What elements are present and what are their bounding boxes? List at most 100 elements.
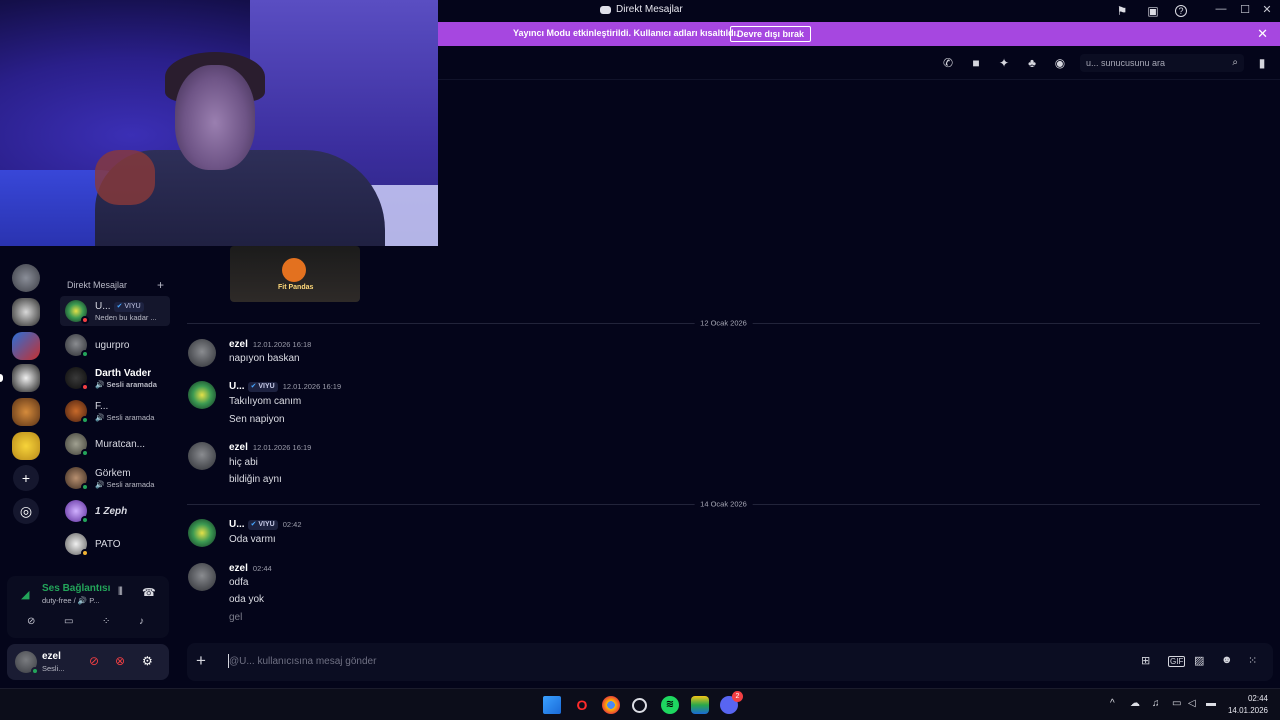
dm-name: U... ✔ VIYU	[95, 301, 144, 312]
inbox-icon[interactable]: ▣	[1145, 3, 1161, 19]
status-indicator	[81, 416, 89, 424]
dm-name: Muratcan...	[95, 439, 146, 450]
server-icon[interactable]	[12, 264, 40, 292]
status-indicator	[81, 516, 89, 524]
settings-gear-icon[interactable]: ⚙	[142, 654, 153, 668]
dm-name: PATO	[95, 539, 121, 550]
camera-off-icon[interactable]: ⊘	[27, 616, 35, 627]
pin-icon[interactable]: ✦	[997, 56, 1011, 70]
search-placeholder: u... sunucusunu ara	[1086, 58, 1166, 68]
status-indicator	[81, 316, 89, 324]
apps-icon[interactable]: ⁙	[1248, 654, 1257, 667]
bluestacks-icon[interactable]	[691, 696, 709, 714]
avatar[interactable]	[188, 339, 216, 367]
deafen-icon[interactable]: ⊗	[115, 654, 125, 668]
avatar[interactable]	[188, 563, 216, 591]
message-author[interactable]: U... ✔ VIYU 02:42	[229, 519, 302, 530]
avatar[interactable]	[188, 442, 216, 470]
dm-item[interactable]: U... ✔ VIYU Neden bu kadar ...	[60, 296, 170, 326]
message-author[interactable]: ezel 12.01.2026 16:18	[229, 339, 311, 350]
search-input[interactable]: u... sunucusunu ara ⌕	[1080, 54, 1244, 72]
bookmark-icon[interactable]: ▮	[1255, 56, 1269, 70]
server-rail: + ◎	[0, 246, 52, 576]
disable-streamer-mode-button[interactable]: Devre dışı bırak	[730, 26, 812, 42]
flag-icon[interactable]: ⚑	[1114, 3, 1130, 19]
dm-item[interactable]: PATO	[60, 529, 170, 559]
help-icon[interactable]: ?	[1175, 5, 1187, 17]
maximize-button[interactable]: ☐	[1237, 3, 1253, 16]
attach-plus-button[interactable]: +	[196, 651, 206, 671]
message-text: Sen napiyon	[229, 414, 285, 425]
server-icon[interactable]	[12, 364, 40, 392]
screen-share-icon[interactable]: ▭	[64, 616, 73, 627]
voice-channel[interactable]: duty-free / 🔊 P...	[42, 596, 100, 605]
browser-icon[interactable]	[632, 698, 647, 713]
system-clock[interactable]: 02:44 14.01.2026	[1228, 693, 1268, 717]
status-indicator	[81, 549, 89, 557]
soundboard-icon[interactable]: ♪	[139, 616, 144, 627]
message-author[interactable]: ezel 12.01.2026 16:19	[229, 442, 311, 453]
profile-icon[interactable]: ◉	[1053, 56, 1067, 70]
network-icon[interactable]: ▭	[1172, 698, 1181, 709]
opera-icon[interactable]: O	[573, 696, 591, 714]
dm-item[interactable]: F... 🔊 Sesli aramada	[60, 396, 170, 426]
server-icon[interactable]	[12, 398, 40, 426]
window-title: Direkt Mesajlar	[600, 4, 683, 15]
add-server-button[interactable]: +	[13, 465, 39, 491]
disconnect-icon[interactable]: ☎	[142, 586, 156, 599]
unread-indicator	[0, 374, 3, 382]
clock-time: 02:44	[1247, 694, 1268, 703]
dm-name: 1 Zeph	[95, 506, 128, 517]
voice-title[interactable]: Ses Bağlantısı	[42, 583, 110, 594]
image-attachment[interactable]: Fit Pandas	[230, 246, 360, 302]
avatar[interactable]	[188, 381, 216, 409]
microphone-icon[interactable]: ♫	[1152, 698, 1160, 709]
chrome-icon[interactable]	[602, 696, 620, 714]
panda-image	[282, 258, 306, 282]
discover-icon[interactable]: ◎	[13, 498, 39, 524]
banner-close-button[interactable]: ✕	[1257, 26, 1268, 42]
message-author[interactable]: U... ✔ VIYU 12.01.2026 16:19	[229, 381, 341, 392]
video-call-icon[interactable]: ■	[969, 56, 983, 70]
avatar[interactable]	[188, 519, 216, 547]
activities-icon[interactable]: ⁘	[102, 616, 110, 627]
dm-item[interactable]: ugurpro	[60, 330, 170, 360]
message-composer[interactable]: + @U... kullanıcısına mesaj gönder ⊞ GIF…	[187, 643, 1273, 681]
windows-start-icon[interactable]	[543, 696, 561, 714]
message-author[interactable]: ezel 02:44	[229, 563, 272, 574]
battery-icon[interactable]: ▬	[1206, 698, 1216, 709]
user-name[interactable]: ezel	[42, 651, 61, 662]
gift-icon[interactable]: ⊞	[1141, 654, 1150, 667]
date-divider: 14 Ocak 2026	[187, 499, 1260, 509]
dm-item[interactable]: Muratcan...	[60, 429, 170, 459]
cloud-icon[interactable]: ☁	[1130, 698, 1140, 709]
dm-item[interactable]: Görkem 🔊 Sesli aramada	[60, 463, 170, 493]
spotify-icon[interactable]: ≋	[661, 696, 679, 714]
discord-icon[interactable]: 2	[720, 691, 743, 714]
message-input[interactable]: @U... kullanıcısına mesaj gönder	[229, 656, 376, 667]
banner-message: Yayıncı Modu etkinleştirildi. Kullanıcı …	[513, 28, 739, 38]
voice-connection-panel: ◢ Ses Bağlantısı duty-free / 🔊 P... ⦀ ☎ …	[7, 576, 169, 638]
dm-name: Darth Vader	[95, 368, 152, 379]
noise-suppression-icon[interactable]: ⦀	[118, 586, 123, 599]
dm-item[interactable]: 1 Zeph	[60, 496, 170, 526]
message-text: odfa	[229, 577, 249, 588]
server-icon[interactable]	[12, 298, 40, 326]
server-icon[interactable]	[12, 332, 40, 360]
close-window-button[interactable]: ✕	[1259, 3, 1275, 16]
message-list: Fit Pandas 12 Ocak 2026 ezel 12.01.2026 1…	[180, 80, 1280, 640]
emoji-icon[interactable]: ☻	[1221, 654, 1233, 666]
voice-call-icon[interactable]: ✆	[941, 56, 955, 70]
add-friends-icon[interactable]: ♣	[1025, 56, 1039, 70]
dm-item[interactable]: Darth Vader 🔊 Sesli aramada	[60, 363, 170, 393]
clock-date: 14.01.2026	[1227, 706, 1268, 715]
tray-overflow-icon[interactable]: ^	[1110, 698, 1115, 709]
new-dm-button[interactable]: +	[157, 278, 164, 292]
gif-icon[interactable]: GIF	[1168, 656, 1186, 667]
minimize-button[interactable]: —	[1213, 3, 1229, 15]
sticker-icon[interactable]: ▨	[1194, 654, 1204, 667]
mute-icon[interactable]: ⊘	[89, 654, 99, 668]
volume-icon[interactable]: ◁	[1188, 698, 1196, 709]
webcam-pillow	[95, 150, 155, 205]
server-icon[interactable]	[12, 432, 40, 460]
